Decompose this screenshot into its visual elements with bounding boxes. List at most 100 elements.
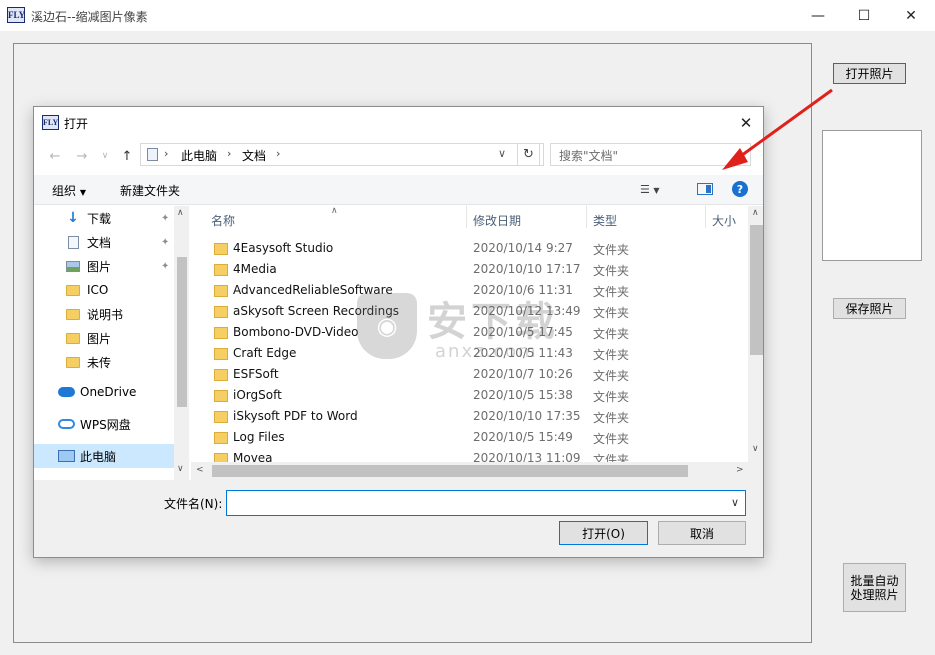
nav-item-label: 图片 (87, 259, 112, 274)
file-row[interactable]: iOrgSoft 2020/10/5 15:38 文件夹 (191, 385, 748, 406)
batch-process-button[interactable]: 批量自动处理照片 (843, 563, 906, 612)
column-header-type[interactable]: 类型 (593, 212, 617, 229)
breadcrumb-documents[interactable]: 文档 (242, 147, 266, 164)
up-arrow-icon[interactable]: ↑ (118, 147, 136, 165)
search-input[interactable]: 搜索"文档" (550, 143, 751, 166)
file-row[interactable]: ESFSoft 2020/10/7 10:26 文件夹 (191, 364, 748, 385)
open-button[interactable]: 打开(O) (559, 521, 648, 545)
organize-button[interactable]: 组织 ▼ (52, 182, 86, 199)
file-type: 文件夹 (593, 432, 630, 446)
nav-item-manual[interactable]: 说明书 (34, 302, 174, 326)
nav-item-label: 下载 (87, 211, 112, 226)
column-header-date[interactable]: 修改日期 (473, 212, 521, 229)
folder-icon (214, 243, 228, 255)
column-header-size[interactable]: 大小 (712, 212, 736, 229)
close-dialog-icon[interactable]: ✕ (734, 111, 758, 135)
pictures-icon (66, 260, 80, 272)
column-divider[interactable] (466, 206, 467, 228)
minimize-icon[interactable]: — (795, 0, 841, 31)
nav-item-label: WPS网盘 (80, 417, 131, 432)
address-bar[interactable]: › 此电脑 › 文档 › ∨ (140, 143, 544, 166)
file-name: 4Media (233, 262, 277, 276)
file-date: 2020/10/12 13:49 (473, 304, 581, 318)
nav-item-unuploaded[interactable]: 未传 (34, 350, 174, 374)
chevron-right-icon[interactable]: › (164, 147, 168, 160)
folder-icon (214, 390, 228, 402)
file-date: 2020/10/10 17:17 (473, 262, 581, 276)
nav-item-documents[interactable]: 文档 ✦ (34, 230, 174, 254)
file-row[interactable]: AdvancedReliableSoftware 2020/10/6 11:31 文… (191, 280, 748, 301)
filename-input[interactable]: ∨ (226, 490, 746, 516)
nav-item-label: 图片 (87, 331, 112, 346)
refresh-icon[interactable]: ↻ (517, 143, 540, 166)
horizontal-scroll-thumb[interactable] (212, 465, 688, 477)
file-row[interactable]: 4Easysoft Studio 2020/10/14 9:27 文件夹 (191, 238, 748, 259)
scroll-up-icon[interactable]: ∧ (177, 208, 184, 218)
nav-item-onedrive[interactable]: OneDrive (34, 380, 174, 404)
folder-icon (214, 264, 228, 276)
file-row[interactable]: Craft Edge 2020/10/5 11:43 文件夹 (191, 343, 748, 364)
computer-icon (147, 148, 158, 161)
file-list-scroll-thumb[interactable] (750, 225, 763, 355)
nav-item-ico[interactable]: ICO (34, 278, 174, 302)
nav-item-this-pc[interactable]: 此电脑 (34, 444, 174, 468)
cancel-button[interactable]: 取消 (658, 521, 746, 545)
nav-item-pictures[interactable]: 图片 ✦ (34, 254, 174, 278)
file-name: AdvancedReliableSoftware (233, 283, 393, 297)
pc-icon (58, 450, 75, 462)
preview-pane-icon[interactable] (697, 183, 713, 195)
column-divider[interactable] (705, 206, 706, 228)
nav-item-label: 此电脑 (80, 449, 117, 464)
nav-item-label: 未传 (87, 355, 112, 370)
maximize-icon[interactable]: ☐ (841, 0, 887, 31)
preview-box (822, 130, 922, 261)
view-options-icon[interactable]: ☰ ▼ (640, 183, 660, 196)
pin-icon: ✦ (161, 212, 170, 224)
scroll-left-icon[interactable]: < (196, 465, 204, 475)
save-photo-button[interactable]: 保存照片 (833, 298, 906, 319)
dialog-title: 打开 (64, 117, 89, 131)
column-header-name[interactable]: 名称 (211, 212, 235, 229)
folder-icon (66, 332, 80, 344)
file-date: 2020/10/5 11:43 (473, 346, 573, 360)
folder-icon (214, 327, 228, 339)
file-date: 2020/10/5 15:49 (473, 430, 573, 444)
nav-item-label: 说明书 (87, 307, 124, 322)
chevron-down-icon[interactable]: ∨ (731, 496, 739, 509)
scroll-right-icon[interactable]: > (736, 465, 744, 475)
chevron-right-icon[interactable]: › (276, 147, 280, 160)
nav-scroll-thumb[interactable] (177, 257, 187, 407)
back-arrow-icon[interactable]: ← (46, 147, 64, 165)
chevron-down-icon[interactable]: ∨ (498, 147, 506, 160)
folder-icon (214, 306, 228, 318)
app-logo: FLY (7, 7, 25, 23)
new-folder-button[interactable]: 新建文件夹 (120, 182, 180, 199)
scroll-down-icon[interactable]: ∨ (752, 444, 759, 454)
open-photo-button[interactable]: 打开照片 (833, 63, 906, 84)
file-row[interactable]: Bombono-DVD-Video 2020/10/5 17:45 文件夹 (191, 322, 748, 343)
file-name: ESFSoft (233, 367, 279, 381)
command-bar: 组织 ▼ 新建文件夹 ☰ ▼ ? (34, 175, 763, 205)
file-name: iOrgSoft (233, 388, 282, 402)
file-row[interactable]: iSkysoft PDF to Word 2020/10/10 17:35 文件夹 (191, 406, 748, 427)
file-row[interactable]: 4Media 2020/10/10 17:17 文件夹 (191, 259, 748, 280)
file-date: 2020/10/14 9:27 (473, 241, 573, 255)
help-icon[interactable]: ? (732, 181, 748, 197)
scroll-down-icon[interactable]: ∨ (177, 464, 184, 474)
file-row[interactable]: aSkysoft Screen Recordings 2020/10/12 13:… (191, 301, 748, 322)
file-row[interactable]: Log Files 2020/10/5 15:49 文件夹 (191, 427, 748, 448)
close-window-icon[interactable]: ✕ (888, 0, 934, 31)
recent-dropdown-icon[interactable]: ∨ (96, 147, 114, 165)
file-type: 文件夹 (593, 264, 630, 278)
column-divider[interactable] (586, 206, 587, 228)
forward-arrow-icon[interactable]: → (73, 147, 91, 165)
nav-item-pictures-folder[interactable]: 图片 (34, 326, 174, 350)
chevron-right-icon[interactable]: › (227, 147, 231, 160)
scroll-up-icon[interactable]: ∧ (752, 208, 759, 218)
nav-item-wps-cloud[interactable]: WPS网盘 (34, 412, 174, 436)
sort-up-icon: ∧ (331, 206, 338, 216)
breadcrumb-this-pc[interactable]: 此电脑 (181, 147, 217, 164)
file-type: 文件夹 (593, 243, 630, 257)
folder-icon (214, 432, 228, 444)
nav-item-downloads[interactable]: ↓ 下载 ✦ (34, 206, 174, 230)
